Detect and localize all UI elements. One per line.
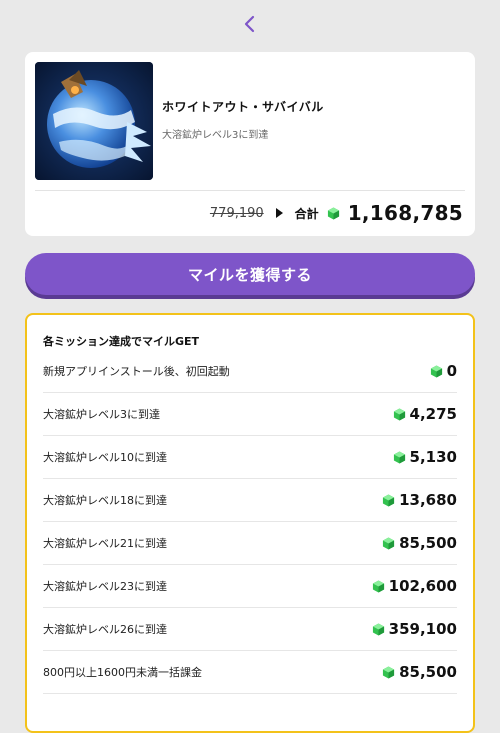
green-gem-icon xyxy=(430,364,442,378)
mission-reward: 102,600 xyxy=(372,577,457,595)
mission-reward-value: 4,275 xyxy=(409,405,457,423)
mission-reward-value: 359,100 xyxy=(388,620,457,638)
list-item: 大溶鉱炉レベル18に到達 13,680 xyxy=(43,479,457,522)
mission-reward: 359,100 xyxy=(372,620,457,638)
mission-reward-value: 13,680 xyxy=(399,491,457,509)
mission-label: 大溶鉱炉レベル26に到達 xyxy=(43,623,167,636)
list-item: 大溶鉱炉レベル23に到達 102,600 xyxy=(43,565,457,608)
mission-list: 新規アプリインストール後、初回起動 0 大溶鉱炉レベル3に到達 4,275 大溶… xyxy=(43,350,457,694)
chevron-left-icon xyxy=(244,15,255,33)
app-subtitle: 大溶鉱炉レベル3に到達 xyxy=(162,130,269,141)
old-price: 779,190 xyxy=(209,205,264,221)
back-button[interactable] xyxy=(235,9,265,39)
mission-reward: 4,275 xyxy=(393,405,457,423)
divider xyxy=(35,190,465,191)
mission-reward: 5,130 xyxy=(393,448,457,466)
mission-reward-value: 102,600 xyxy=(388,577,457,595)
mission-label: 大溶鉱炉レベル10に到達 xyxy=(43,451,167,464)
mission-card: 各ミッション達成でマイルGET 新規アプリインストール後、初回起動 0 大溶鉱炉… xyxy=(25,313,475,733)
mission-label: 大溶鉱炉レベル21に到達 xyxy=(43,537,167,550)
mission-reward-value: 85,500 xyxy=(399,663,457,681)
list-item: 大溶鉱炉レベル21に到達 85,500 xyxy=(43,522,457,565)
mission-label: 大溶鉱炉レベル18に到達 xyxy=(43,494,167,507)
mission-label: 新規アプリインストール後、初回起動 xyxy=(43,365,230,378)
mission-reward: 0 xyxy=(430,362,457,380)
app-title: ホワイトアウト・サバイバル xyxy=(162,100,324,114)
list-item: 大溶鉱炉レベル10に到達 5,130 xyxy=(43,436,457,479)
mission-reward: 13,680 xyxy=(382,491,457,509)
list-item: 800円以上1600円未満一括課金 85,500 xyxy=(43,651,457,694)
mission-reward-value: 5,130 xyxy=(409,448,457,466)
mission-label: 800円以上1600円未満一括課金 xyxy=(43,666,202,679)
mission-label: 大溶鉱炉レベル3に到達 xyxy=(43,408,160,421)
triangle-right-icon xyxy=(275,208,283,218)
frozen-planet-icon xyxy=(35,62,153,180)
list-item: 大溶鉱炉レベル3に到達 4,275 xyxy=(43,393,457,436)
mission-label: 大溶鉱炉レベル23に到達 xyxy=(43,580,167,593)
get-miles-button[interactable]: マイルを獲得する xyxy=(25,253,475,295)
green-gem-icon xyxy=(372,579,384,593)
mission-reward-value: 0 xyxy=(446,362,457,380)
mission-reward: 85,500 xyxy=(382,663,457,681)
green-gem-icon xyxy=(383,665,395,679)
green-gem-icon xyxy=(393,407,405,421)
mission-reward-value: 85,500 xyxy=(399,534,457,552)
list-item: 大溶鉱炉レベル26に到達 359,100 xyxy=(43,608,457,651)
total-label: 合計 xyxy=(294,206,319,221)
mission-reward: 85,500 xyxy=(382,534,457,552)
app-thumbnail xyxy=(35,62,153,180)
mission-heading: 各ミッション達成でマイルGET xyxy=(43,335,200,348)
green-gem-icon xyxy=(393,450,405,464)
app-card: ホワイトアウト・サバイバル 大溶鉱炉レベル3に到達 779,190 合計 1,1… xyxy=(25,52,475,236)
green-gem-icon xyxy=(327,206,339,220)
green-gem-icon xyxy=(372,622,384,636)
green-gem-icon xyxy=(383,536,395,550)
price-row: 779,190 合計 1,168,785 xyxy=(210,200,463,226)
list-item: 新規アプリインストール後、初回起動 0 xyxy=(43,350,457,393)
green-gem-icon xyxy=(383,493,395,507)
top-bar xyxy=(0,0,500,48)
total-value: 1,168,785 xyxy=(347,201,463,225)
